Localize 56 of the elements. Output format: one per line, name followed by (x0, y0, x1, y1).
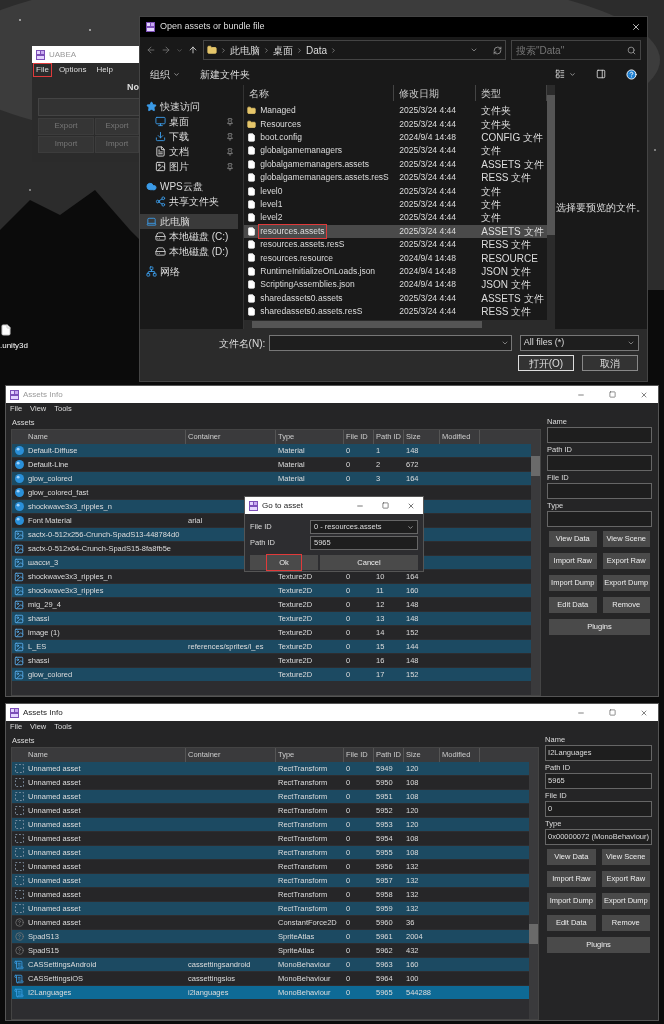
file-date: 2025/3/24 4:44 (398, 171, 457, 184)
file-type: ASSETS 文件 (480, 291, 545, 306)
file-date: 2024/9/4 14:48 (398, 131, 457, 144)
file-type: RESS 文件 (480, 171, 533, 186)
file-type: 文件 (480, 197, 503, 212)
file-name: RuntimeInitializeOnLoads.json (259, 265, 377, 278)
file-name: level2 (259, 211, 284, 225)
file-date: 2025/3/24 4:44 (398, 211, 457, 225)
file-type: CONFIG 文件 (480, 131, 544, 145)
file-type: ASSETS 文件 (480, 157, 545, 172)
window-title: Go to asset (262, 499, 304, 512)
file-type: 文件夹 (480, 104, 513, 119)
file-date: 2025/3/24 4:44 (398, 144, 457, 158)
file-type: 文件 (480, 144, 503, 159)
file-name: globalgamemanagers.assets (259, 157, 370, 171)
file-name: resources.assets.resS (259, 238, 346, 251)
file-date: 2025/3/24 4:44 (398, 238, 457, 251)
file-type: 文件夹 (480, 117, 513, 132)
window-title: Assets Info (23, 388, 64, 401)
file-name: sharedassets0.assets.resS (259, 305, 364, 318)
window-title: Open assets or bundle file (160, 20, 266, 34)
file-date: 2025/3/24 4:44 (398, 184, 457, 198)
file-name: level0 (259, 184, 284, 198)
file-type: RESS 文件 (480, 238, 533, 253)
file-date: 2025/3/24 4:44 (398, 224, 457, 238)
file-type: 文件 (480, 211, 503, 226)
file-name: ScriptingAssemblies.json (259, 278, 356, 292)
heading: No (127, 81, 139, 94)
file-date: 2024/9/4 14:48 (398, 265, 457, 278)
field-label: 文件名(N): (217, 336, 266, 351)
file-date: 2025/3/24 4:44 (398, 291, 457, 305)
file-name: globalgamemanagers (259, 144, 344, 158)
file-date: 2025/3/24 4:44 (398, 305, 457, 318)
file-name: boot.config (259, 131, 303, 144)
window-title: UABEA (49, 48, 77, 61)
file-date: 2025/3/24 4:44 (398, 117, 457, 131)
window-title: Assets Info (23, 706, 64, 719)
file-name: Managed (259, 104, 297, 118)
file-date: 2025/3/24 4:44 (398, 104, 457, 118)
file-name: globalgamemanagers.assets.resS (259, 171, 390, 184)
file-name: sharedassets0.assets (259, 291, 344, 305)
file-name: resources.assets (259, 224, 326, 238)
file-date: 2024/9/4 14:48 (398, 251, 457, 265)
file-type: ASSETS 文件 (480, 224, 545, 239)
file-name: level1 (259, 198, 284, 211)
preview-message: 选择要预览的文件。 (556, 200, 646, 215)
file-date: 2025/3/24 4:44 (398, 157, 457, 171)
file-type: RESS 文件 (480, 305, 533, 320)
file-name: resources.resource (259, 251, 335, 265)
file-name: Resources (259, 117, 302, 131)
file-date: 2025/3/24 4:44 (398, 198, 457, 211)
file-date: 2024/9/4 14:48 (398, 278, 457, 292)
file-type: JSON 文件 (480, 278, 532, 293)
file-type: 文件 (480, 184, 503, 199)
file-type: JSON 文件 (480, 264, 532, 279)
file-type: RESOURCE (480, 251, 539, 266)
